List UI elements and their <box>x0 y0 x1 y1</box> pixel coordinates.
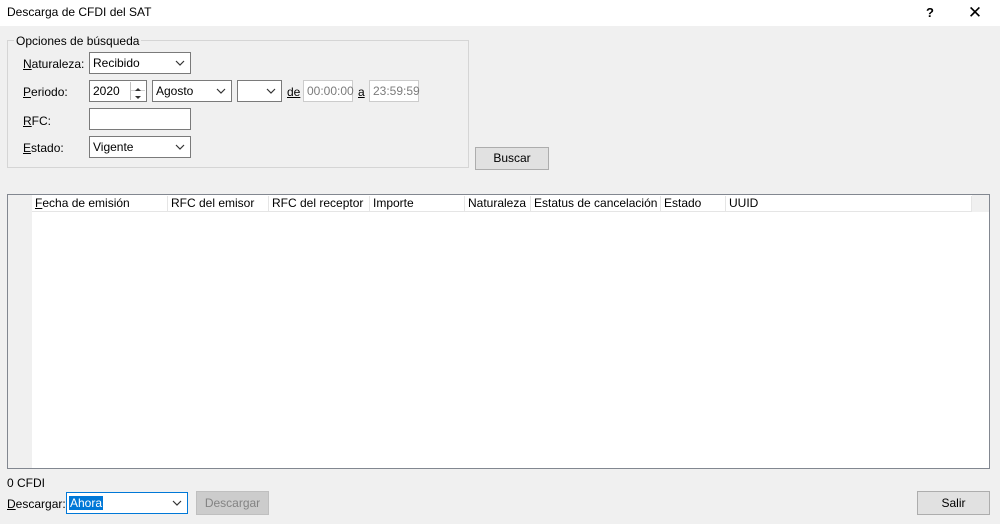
scrollbar-header-filler <box>972 195 989 212</box>
year-value: 2020 <box>93 84 120 98</box>
row-header-column <box>8 195 32 468</box>
close-button[interactable]: ✕ <box>962 2 988 24</box>
time-to-field: 23:59:59 <box>369 80 420 102</box>
month-select[interactable]: Agosto <box>152 80 232 102</box>
help-button[interactable]: ? <box>918 2 942 24</box>
time-to-value: 23:59:59 <box>373 84 420 98</box>
time-from-field: 00:00:00 <box>303 80 354 102</box>
column-uuid[interactable]: UUID <box>726 196 972 211</box>
column-rfc-receptor[interactable]: RFC del receptor <box>269 196 370 211</box>
chevron-down-icon <box>174 56 186 70</box>
day-select[interactable] <box>237 80 282 102</box>
spin-buttons <box>130 82 145 100</box>
rfc-input[interactable] <box>89 108 191 130</box>
de-label: de <box>287 85 301 99</box>
time-from-value: 00:00:00 <box>307 84 354 98</box>
column-fecha-emision[interactable]: Fecha de emisión <box>32 196 168 211</box>
descargar-button[interactable]: Descargar <box>196 491 269 515</box>
descargar-select[interactable]: Ahora <box>66 492 188 514</box>
descargar-value: Ahora <box>69 496 104 510</box>
table-corner <box>8 195 32 212</box>
buscar-button[interactable]: Buscar <box>475 147 549 170</box>
naturaleza-label: Naturaleza: <box>23 57 85 71</box>
salir-button[interactable]: Salir <box>917 491 990 515</box>
search-options-legend: Opciones de búsqueda <box>14 34 142 48</box>
chevron-down-icon <box>174 140 186 154</box>
column-importe[interactable]: Importe <box>370 196 465 211</box>
periodo-label: Periodo: <box>23 85 68 99</box>
window-title: Descarga de CFDI del SAT <box>7 5 152 19</box>
spin-up-icon[interactable] <box>131 82 145 91</box>
estado-value: Vigente <box>93 140 134 154</box>
chevron-down-icon <box>265 84 277 98</box>
chevron-down-icon <box>215 84 227 98</box>
year-spinner[interactable]: 2020 <box>89 80 147 102</box>
month-value: Agosto <box>156 84 194 98</box>
descargar-label: Descargar: <box>7 497 66 511</box>
cfdi-count: 0 CFDI <box>7 476 46 490</box>
estado-label: Estado: <box>23 141 64 155</box>
naturaleza-value: Recibido <box>93 56 140 70</box>
estado-select[interactable]: Vigente <box>89 136 191 158</box>
rfc-label: RFC: <box>23 114 52 128</box>
chevron-down-icon <box>171 496 183 510</box>
naturaleza-select[interactable]: Recibido <box>89 52 191 74</box>
column-rfc-emisor[interactable]: RFC del emisor <box>168 196 269 211</box>
column-estatus-cancelacion[interactable]: Estatus de cancelación <box>531 196 661 211</box>
spin-down-icon[interactable] <box>131 91 145 100</box>
a-label: a <box>358 85 365 99</box>
column-estado[interactable]: Estado <box>661 196 726 211</box>
column-naturaleza[interactable]: Naturaleza <box>465 196 531 211</box>
results-table[interactable] <box>7 194 990 469</box>
